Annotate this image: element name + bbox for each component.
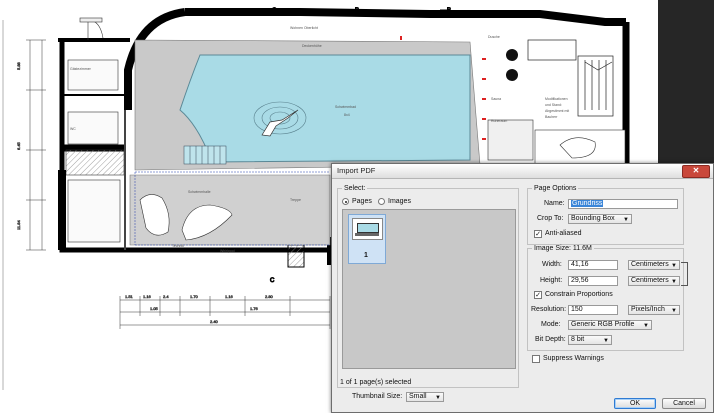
images-radio[interactable] [378, 198, 385, 205]
thumbnail-list[interactable]: 1 [342, 209, 516, 369]
width-label: Width: [542, 261, 562, 268]
svg-text:WC: WC [70, 127, 76, 131]
svg-text:Schwimmbad: Schwimmbad [335, 105, 356, 109]
svg-text:B: B [447, 8, 451, 14]
anti-aliased-checkbox[interactable]: ✓ [534, 230, 542, 238]
svg-text:Sauna: Sauna [491, 97, 501, 101]
bit-depth-select[interactable]: 8 bit ▼ [568, 335, 612, 345]
width-unit-select[interactable]: Centimeters ▼ [628, 260, 680, 270]
svg-text:5.88: 5.88 [16, 61, 21, 70]
crop-to-select[interactable]: Bounding Box ▼ [568, 214, 632, 224]
height-label: Height: [540, 277, 563, 284]
mode-select[interactable]: Generic RGB Profile ▼ [568, 320, 652, 330]
height-unit-select[interactable]: Centimeters ▼ [628, 276, 680, 286]
chevron-down-icon: ▼ [435, 395, 441, 401]
chevron-down-icon: ▼ [671, 263, 677, 269]
ok-button[interactable]: OK [614, 398, 656, 409]
dialog-titlebar[interactable]: Import PDF ✕ [332, 164, 713, 179]
svg-text:und Stand:: und Stand: [545, 103, 562, 107]
svg-text:B: B [355, 8, 359, 14]
svg-text:Deckenhöhe: Deckenhöhe [302, 44, 322, 48]
resolution-input[interactable]: 150 [568, 305, 618, 315]
svg-text:1.05: 1.05 [150, 306, 159, 311]
pages-radio[interactable] [342, 198, 349, 205]
thumbnail-size-select[interactable]: Small ▼ [406, 392, 444, 402]
svg-text:Modifikationen: Modifikationen [545, 97, 568, 101]
suppress-warnings-label: Suppress Warnings [543, 355, 604, 362]
svg-text:Schwimmhalle: Schwimmhalle [188, 190, 211, 194]
name-label: Name: [544, 200, 565, 207]
constrain-proportions-label: Constrain Proportions [545, 291, 613, 298]
width-input[interactable]: 41,16 [568, 260, 618, 270]
height-unit-value: Centimeters [631, 277, 669, 284]
import-pdf-dialog: Import PDF ✕ Select: Pages Images 1 1 of… [331, 163, 714, 413]
name-input[interactable]: Grundriss [568, 199, 678, 209]
thumbnail-size-value: Small [409, 393, 427, 400]
chevron-down-icon: ▼ [671, 308, 677, 314]
svg-text:6.45: 6.45 [16, 141, 21, 150]
svg-text:Bauherr: Bauherr [545, 115, 558, 119]
resolution-unit-value: Pixels/Inch [631, 306, 665, 313]
svg-text:1.16: 1.16 [225, 294, 234, 299]
mode-value: Generic RGB Profile [571, 321, 635, 328]
svg-text:C: C [270, 278, 275, 284]
mode-label: Mode: [541, 321, 561, 328]
bit-depth-value: 8 bit [571, 336, 585, 343]
resolution-label: Resolution: [531, 306, 567, 313]
svg-text:Dusche: Dusche [488, 35, 500, 39]
cancel-button[interactable]: Cancel [662, 398, 706, 409]
thumbnail-page-number: 1 [364, 252, 368, 259]
close-button[interactable]: ✕ [682, 165, 710, 178]
page-thumbnail[interactable]: 1 [348, 214, 386, 264]
svg-text:C: C [272, 8, 277, 14]
chevron-down-icon: ▼ [603, 338, 609, 344]
suppress-warnings-checkbox[interactable] [532, 355, 540, 363]
svg-text:11.84: 11.84 [16, 220, 21, 230]
crop-to-value: Bounding Box [571, 215, 615, 222]
constrain-proportions-checkbox[interactable]: ✓ [534, 291, 542, 299]
svg-text:Gästezimmer: Gästezimmer [70, 67, 92, 71]
name-value: Grundriss [571, 200, 604, 207]
svg-text:Treppe: Treppe [290, 198, 301, 202]
svg-text:1.76: 1.76 [250, 306, 259, 311]
svg-text:Abgestimmt mit: Abgestimmt mit [545, 109, 569, 113]
width-unit-value: Centimeters [631, 261, 669, 268]
chevron-down-icon: ▼ [643, 323, 649, 329]
images-label: Images [388, 198, 411, 205]
svg-text:1.16: 1.16 [143, 294, 152, 299]
svg-text:2.80: 2.80 [265, 294, 274, 299]
selection-status: 1 of 1 page(s) selected [340, 379, 412, 386]
chevron-down-icon: ▼ [623, 217, 629, 223]
page-options-legend: Page Options [534, 185, 577, 192]
svg-text:Technik: Technik [172, 244, 184, 248]
height-input[interactable]: 29,56 [568, 276, 618, 286]
chevron-down-icon: ▼ [671, 279, 677, 285]
dialog-title: Import PDF [337, 166, 376, 175]
svg-text:1.51: 1.51 [125, 294, 134, 299]
thumbnail-image [352, 218, 383, 240]
resolution-unit-select[interactable]: Pixels/Inch ▼ [628, 305, 680, 315]
svg-text:2.4: 2.4 [163, 294, 169, 299]
thumbnail-size-label: Thumbnail Size: [352, 393, 403, 400]
svg-text:Wohnen Oberlicht: Wohnen Oberlicht [290, 26, 318, 30]
pool-stairs [183, 145, 227, 165]
svg-text:8x4: 8x4 [344, 113, 350, 117]
svg-text:2.40: 2.40 [210, 319, 219, 324]
svg-text:Ruheraum: Ruheraum [491, 119, 507, 123]
select-legend: Select: [344, 185, 366, 192]
pages-label: Pages [352, 198, 372, 205]
svg-text:Whirlpool: Whirlpool [220, 249, 235, 253]
anti-aliased-label: Anti-aliased [545, 230, 582, 237]
link-proportions-icon [681, 262, 688, 286]
svg-text:1.70: 1.70 [190, 294, 199, 299]
crop-to-label: Crop To: [537, 215, 564, 222]
image-size-legend: Image Size: 11.6M [534, 245, 592, 252]
bit-depth-label: Bit Depth: [535, 336, 566, 343]
